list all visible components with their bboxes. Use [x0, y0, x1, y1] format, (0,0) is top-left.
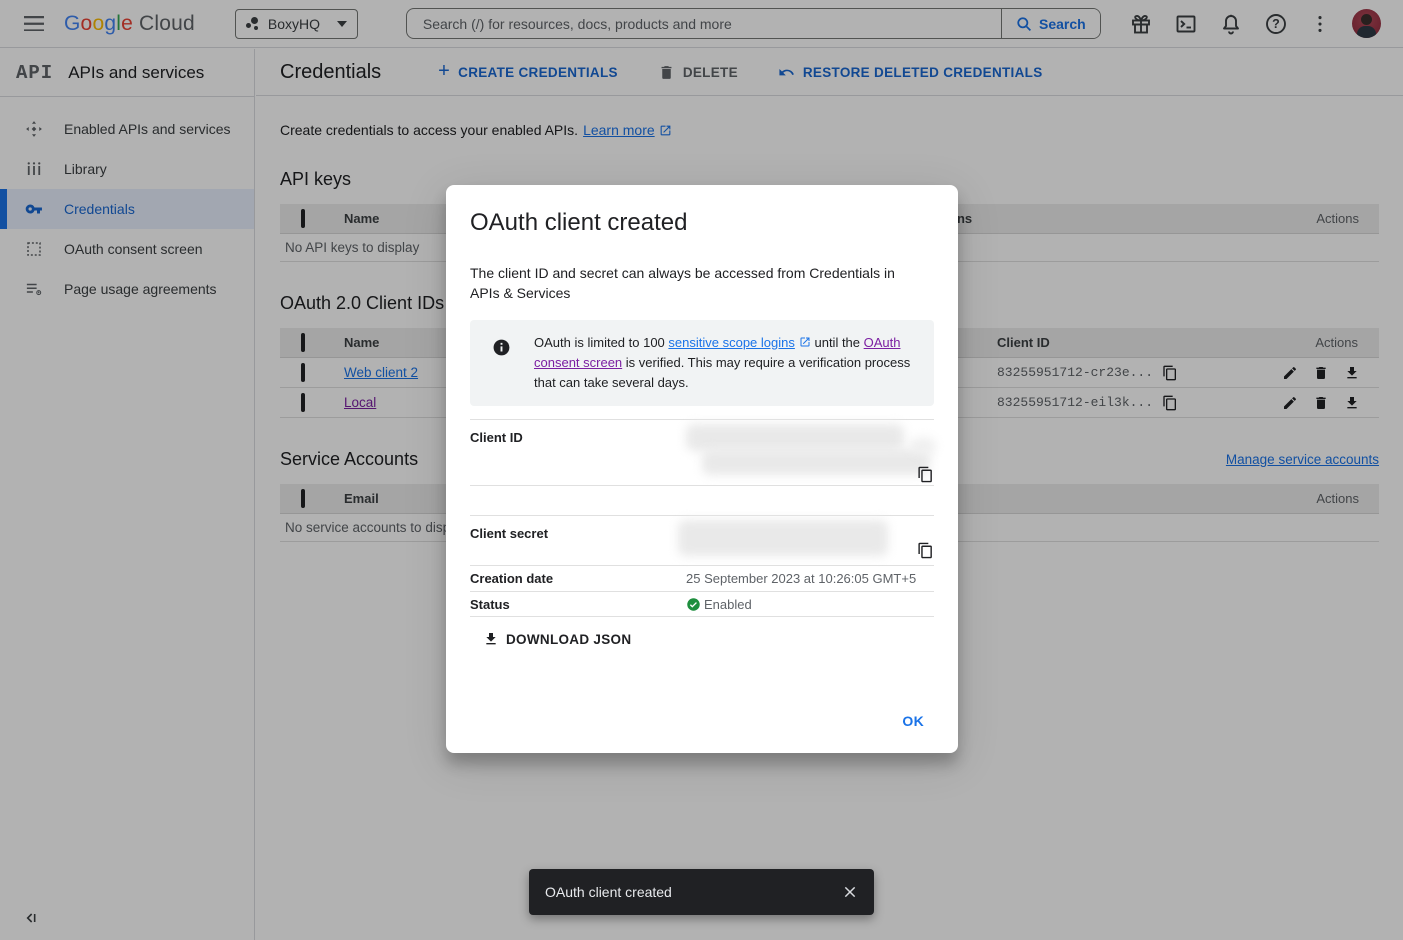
client-id-value-redacted — [686, 430, 934, 485]
dialog-fields: Client ID Client secret Creation date — [470, 419, 934, 617]
redaction-blur — [702, 449, 930, 475]
ok-button[interactable]: OK — [894, 705, 932, 737]
redaction-blur — [686, 424, 904, 451]
creation-date-row: Creation date 25 September 2023 at 10:26… — [470, 565, 934, 591]
creation-date-value: 25 September 2023 at 10:26:05 GMT+5 — [686, 571, 934, 586]
sensitive-scope-logins-link[interactable]: sensitive scope logins — [668, 335, 794, 350]
close-icon[interactable] — [842, 884, 858, 900]
external-link-icon — [799, 336, 811, 348]
download-icon — [483, 631, 499, 647]
client-secret-label: Client secret — [470, 526, 686, 565]
copy-icon[interactable] — [917, 542, 934, 559]
dialog-subtitle: The client ID and secret can always be a… — [470, 263, 910, 303]
notice-text: OAuth is limited to 100 sensitive scope … — [534, 333, 920, 393]
download-json-label: DOWNLOAD JSON — [506, 632, 631, 647]
oauth-created-dialog: OAuth client created The client ID and s… — [446, 185, 958, 753]
copy-icon[interactable] — [917, 466, 934, 483]
notice-mid: until the — [811, 335, 864, 350]
check-circle-icon — [686, 597, 701, 612]
notice-pre: OAuth is limited to 100 — [534, 335, 668, 350]
client-secret-value-redacted — [686, 526, 934, 565]
status-row: Status Enabled — [470, 591, 934, 617]
redaction-blur — [910, 438, 936, 454]
status-value: Enabled — [686, 597, 934, 612]
redaction-blur — [678, 520, 888, 556]
verification-notice: OAuth is limited to 100 sensitive scope … — [470, 320, 934, 406]
client-id-label: Client ID — [470, 430, 686, 485]
client-id-row: Client ID — [470, 419, 934, 485]
status-label: Status — [470, 597, 686, 612]
toast: OAuth client created — [529, 869, 874, 915]
toast-message: OAuth client created — [545, 884, 842, 900]
dialog-title: OAuth client created — [470, 209, 934, 237]
spacer-row — [470, 485, 934, 515]
status-text: Enabled — [704, 597, 752, 612]
client-secret-row: Client secret — [470, 515, 934, 565]
download-json-button[interactable]: DOWNLOAD JSON — [483, 631, 631, 647]
info-icon — [492, 338, 511, 357]
creation-date-label: Creation date — [470, 571, 686, 586]
